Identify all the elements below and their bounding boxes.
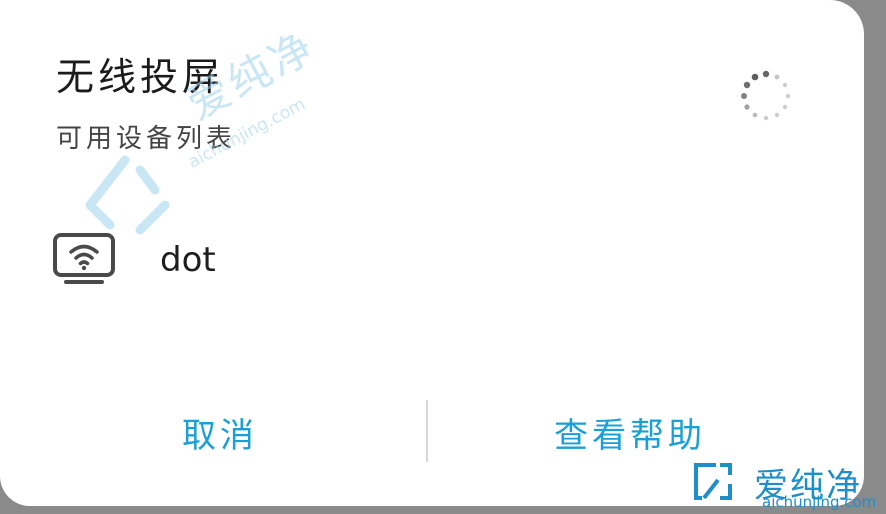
wireless-projection-dialog: 无线投屏 可用设备列表 爱纯净 aichunjing.com dot 取消 查看… bbox=[0, 0, 864, 506]
cancel-button[interactable]: 取消 bbox=[150, 404, 290, 460]
button-divider bbox=[426, 400, 428, 462]
device-list-item[interactable]: dot bbox=[52, 230, 452, 290]
site-logo-url: aichunjing.com bbox=[762, 493, 877, 511]
site-logo-icon bbox=[691, 461, 735, 503]
screen-cast-icon bbox=[53, 233, 115, 284]
view-help-button[interactable]: 查看帮助 bbox=[540, 404, 720, 460]
watermark-logo-icon bbox=[85, 155, 170, 235]
device-name: dot bbox=[160, 240, 216, 280]
loading-spinner-icon bbox=[741, 70, 791, 121]
